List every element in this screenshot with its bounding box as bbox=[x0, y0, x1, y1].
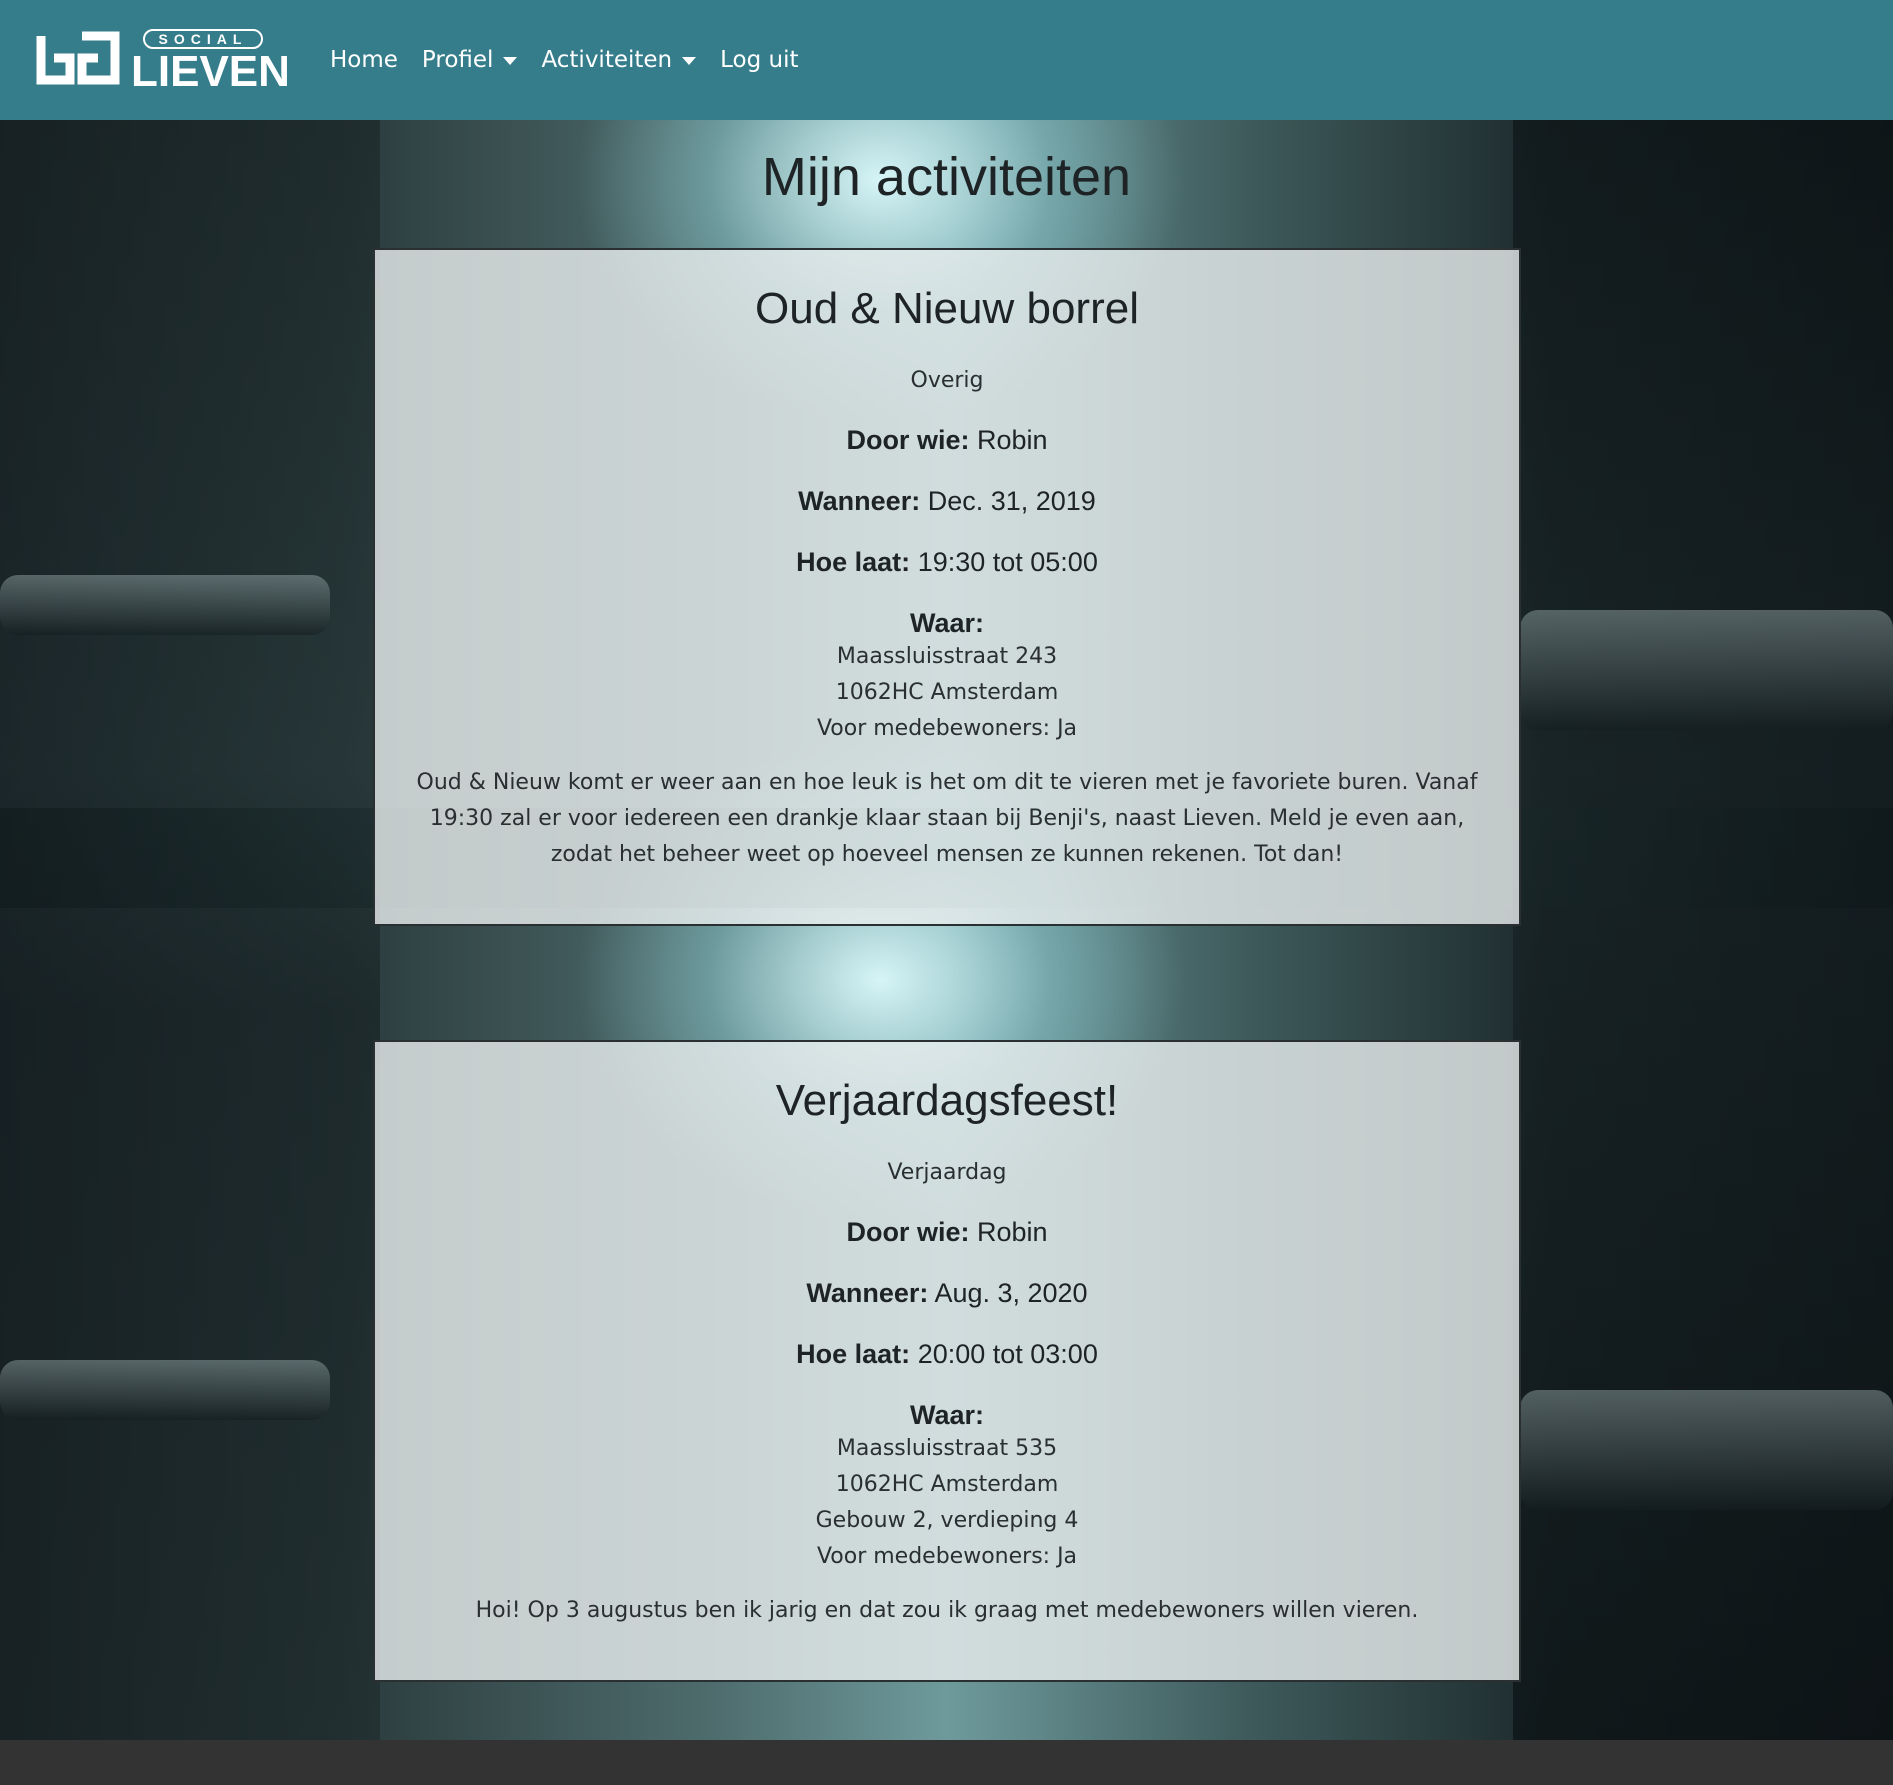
activity-date: Wanneer: Dec. 31, 2019 bbox=[798, 486, 1096, 516]
nav-home[interactable]: Home bbox=[330, 47, 398, 73]
activity-title: Oud & Nieuw borrel bbox=[755, 284, 1139, 333]
activity-category: Overig bbox=[910, 368, 984, 393]
activity-card: Oud & Nieuw borrel Overig Door wie: Robi… bbox=[373, 248, 1521, 926]
activity-time: Hoe laat: 19:30 tot 05:00 bbox=[796, 547, 1098, 577]
activity-organizer: Door wie: Robin bbox=[846, 425, 1048, 455]
caret-down-icon bbox=[682, 57, 697, 65]
activity-description: Oud & Nieuw komt er weer aan en hoe leuk… bbox=[416, 770, 1478, 867]
activity-date: Wanneer: Aug. 3, 2020 bbox=[806, 1278, 1088, 1308]
activity-time: Hoe laat: 20:00 tot 03:00 bbox=[796, 1339, 1098, 1369]
caret-down-icon bbox=[503, 57, 518, 65]
activity-location-label: Waar: bbox=[909, 1400, 984, 1430]
activity-address: Maassluisstraat 535 1062HC Amsterdam Geb… bbox=[815, 1436, 1079, 1569]
activity-organizer: Door wie: Robin bbox=[846, 1217, 1048, 1247]
navbar: SOCIAL LIEVEN Home Profiel Activiteiten … bbox=[0, 0, 1893, 120]
activity-card: Verjaardagsfeest! Verjaardag Door wie: R… bbox=[373, 1040, 1521, 1682]
page-title: Mijn activiteiten bbox=[761, 147, 1132, 207]
activity-location-label: Waar: bbox=[909, 608, 984, 638]
activity-address: Maassluisstraat 243 1062HC Amsterdam Voo… bbox=[816, 644, 1078, 741]
activity-category: Verjaardag bbox=[887, 1160, 1007, 1185]
nav-profiel-dropdown[interactable]: Profiel bbox=[422, 47, 518, 73]
nav-activiteiten-dropdown[interactable]: Activiteiten bbox=[541, 47, 697, 73]
activity-description: Hoi! Op 3 augustus ben ik jarig en dat z… bbox=[475, 1598, 1419, 1623]
nav-logout[interactable]: Log uit bbox=[720, 47, 798, 73]
footer bbox=[0, 1740, 1893, 1785]
logo[interactable]: SOCIAL LIEVEN bbox=[36, 28, 288, 96]
svg-text:LIEVEN: LIEVEN bbox=[131, 47, 288, 96]
svg-text:SOCIAL: SOCIAL bbox=[159, 31, 248, 47]
nav-links: Home Profiel Activiteiten Log uit bbox=[330, 0, 823, 120]
activity-title: Verjaardagsfeest! bbox=[775, 1076, 1119, 1125]
